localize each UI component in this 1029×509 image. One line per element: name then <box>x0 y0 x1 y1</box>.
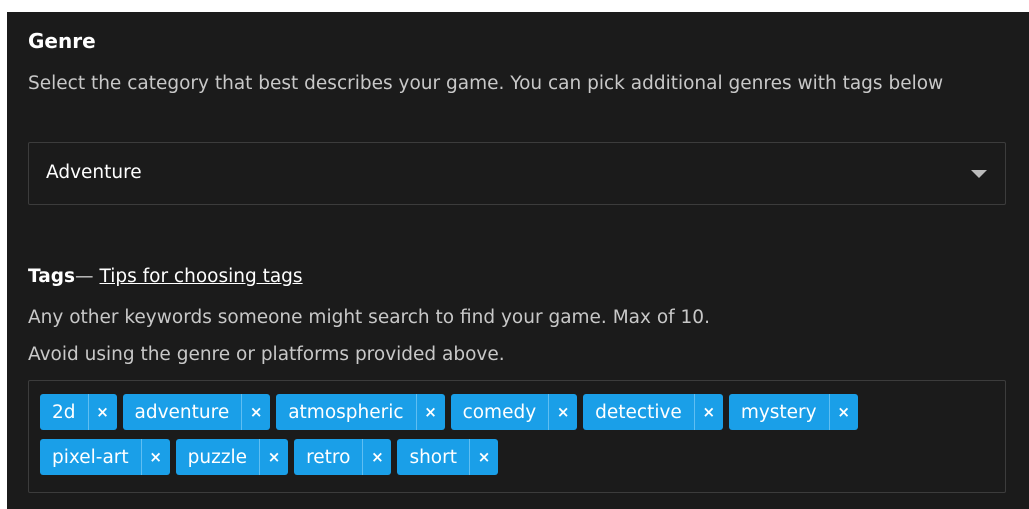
tag-remove-icon[interactable]: × <box>87 394 117 430</box>
tag-remove-icon[interactable]: × <box>693 394 723 430</box>
tag-remove-icon[interactable]: × <box>548 394 577 430</box>
tag-chip: retro × <box>294 439 392 475</box>
tag-chip: comedy × <box>450 394 578 430</box>
tag-label: mystery <box>740 401 817 423</box>
chevron-down-icon <box>971 170 987 178</box>
tag-row-2: pixel-art × puzzle × retro × short × <box>40 439 498 475</box>
tags-description-1: Any other keywords someone might search … <box>28 307 710 328</box>
tags-description-2: Avoid using the genre or platforms provi… <box>28 344 505 365</box>
tag-label: comedy <box>462 401 537 423</box>
tag-chip: 2d × <box>40 394 117 430</box>
tag-label: adventure <box>134 401 230 423</box>
genre-description: Select the category that best describes … <box>28 73 944 94</box>
tag-label: pixel-art <box>52 446 129 468</box>
tag-remove-icon[interactable]: × <box>140 439 170 475</box>
tag-chip: short × <box>397 439 498 475</box>
genre-heading: Genre <box>28 29 96 53</box>
tag-remove-icon[interactable]: × <box>468 439 498 475</box>
tag-label: atmospheric <box>288 401 404 423</box>
genre-select[interactable]: Adventure <box>28 142 1006 205</box>
tag-chip: adventure × <box>122 394 271 430</box>
tag-chip: puzzle × <box>175 439 289 475</box>
tag-remove-icon[interactable]: × <box>415 394 445 430</box>
tag-label: retro <box>306 446 351 468</box>
tag-chip: detective × <box>583 394 723 430</box>
tag-label: short <box>409 446 457 468</box>
tag-label: puzzle <box>187 446 248 468</box>
tags-heading: Tags <box>28 266 75 287</box>
tag-row-1: 2d × adventure × atmospheric × comedy × … <box>40 394 858 430</box>
tag-chip: pixel-art × <box>40 439 170 475</box>
tag-remove-icon[interactable]: × <box>259 439 288 475</box>
tag-remove-icon[interactable]: × <box>241 394 270 430</box>
tips-for-choosing-tags-link[interactable]: Tips for choosing tags <box>99 266 302 287</box>
tag-label: detective <box>595 401 682 423</box>
tag-label: 2d <box>52 401 76 423</box>
game-settings-panel: Genre Select the category that best desc… <box>7 12 1029 509</box>
tag-remove-icon[interactable]: × <box>828 394 858 430</box>
tags-heading-dash: — <box>74 266 94 287</box>
genre-select-value: Adventure <box>46 162 142 183</box>
tags-input[interactable]: 2d × adventure × atmospheric × comedy × … <box>28 380 1006 493</box>
tag-remove-icon[interactable]: × <box>362 439 391 475</box>
tag-chip: atmospheric × <box>276 394 445 430</box>
tag-chip: mystery × <box>728 394 858 430</box>
tags-heading-line: Tags— Tips for choosing tags <box>28 266 303 287</box>
